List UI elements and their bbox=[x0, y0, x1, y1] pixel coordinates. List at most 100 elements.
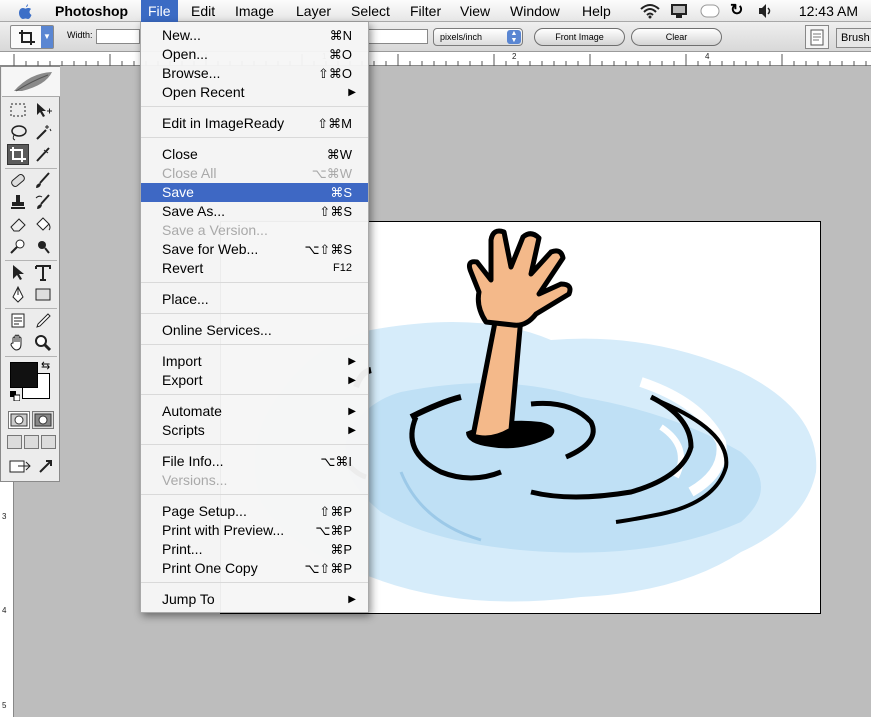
tool-preset-picker[interactable]: ▼ bbox=[10, 25, 54, 49]
menu-image[interactable]: Image bbox=[228, 0, 281, 22]
dodge-icon[interactable] bbox=[7, 236, 29, 257]
menu-item-jump-to[interactable]: Jump To ▶ bbox=[141, 590, 368, 609]
menu-item-revert[interactable]: Revert F12 bbox=[141, 259, 368, 278]
units-select[interactable]: pixels/inch ▲ ▼ bbox=[433, 28, 523, 46]
magic-wand-icon[interactable] bbox=[32, 122, 54, 143]
clear-button[interactable]: Clear bbox=[631, 28, 722, 46]
menu-file[interactable]: File bbox=[141, 0, 178, 22]
menu-item-open-recent[interactable]: Open Recent ▶ bbox=[141, 83, 368, 102]
sync-icon[interactable]: ↻ bbox=[730, 3, 743, 19]
submenu-arrow-icon: ▶ bbox=[348, 406, 356, 417]
menu-edit[interactable]: Edit bbox=[184, 0, 222, 22]
jump-to-imageready-arrow-icon[interactable] bbox=[35, 456, 57, 477]
clock[interactable]: 12:43 AM bbox=[799, 0, 858, 22]
apple-icon[interactable] bbox=[14, 2, 36, 20]
menu-item-scripts[interactable]: Scripts ▶ bbox=[141, 421, 368, 440]
units-value: pixels/inch bbox=[440, 32, 483, 42]
swap-colors-icon[interactable]: ⇆ bbox=[41, 359, 50, 372]
menu-layer[interactable]: Layer bbox=[289, 0, 338, 22]
standard-screen-mode-icon[interactable] bbox=[7, 435, 22, 449]
crop-tool-icon[interactable] bbox=[7, 144, 29, 165]
feather-logo-icon[interactable] bbox=[2, 67, 60, 97]
ruler-label: 3 bbox=[2, 512, 7, 521]
path-select-icon[interactable] bbox=[7, 262, 29, 283]
brush-icon[interactable] bbox=[32, 170, 54, 191]
menu-help[interactable]: Help bbox=[575, 0, 618, 22]
brushes-palette-tab[interactable]: Brush bbox=[836, 28, 871, 48]
menu-item-online-services[interactable]: Online Services... bbox=[141, 321, 368, 340]
menu-item-label: Edit in ImageReady bbox=[162, 115, 285, 131]
menu-item-print-with-preview[interactable]: Print with Preview... ⌥⌘P bbox=[141, 521, 368, 540]
foreground-color-swatch[interactable] bbox=[10, 362, 38, 388]
menu-item-label: Save for Web... bbox=[162, 241, 259, 257]
menu-shortcut: ⇧⌘P bbox=[319, 504, 352, 519]
display-icon[interactable] bbox=[669, 3, 689, 19]
slice-icon[interactable] bbox=[32, 144, 54, 165]
menu-item-place[interactable]: Place... bbox=[141, 290, 368, 309]
menu-item-label: Close bbox=[162, 146, 198, 162]
menu-item-save[interactable]: Save ⌘S bbox=[141, 183, 368, 202]
menu-item-label: Save As... bbox=[162, 203, 226, 219]
marquee-icon[interactable] bbox=[7, 100, 29, 121]
zoom-icon[interactable] bbox=[32, 332, 54, 353]
palette-well-icon[interactable] bbox=[805, 25, 829, 49]
menu-window[interactable]: Window bbox=[503, 0, 567, 22]
type-icon[interactable] bbox=[32, 262, 54, 283]
menu-item-print[interactable]: Print... ⌘P bbox=[141, 540, 368, 559]
clone-stamp-icon[interactable] bbox=[7, 192, 29, 213]
lasso-icon[interactable] bbox=[7, 122, 29, 143]
menu-shortcut: ⇧⌘S bbox=[319, 204, 352, 219]
front-image-button[interactable]: Front Image bbox=[534, 28, 625, 46]
default-colors-icon[interactable] bbox=[10, 391, 20, 401]
app-menu[interactable]: Photoshop bbox=[48, 0, 135, 22]
toolbox-divider bbox=[5, 356, 57, 357]
menu-separator bbox=[141, 106, 368, 107]
burn-icon[interactable] bbox=[32, 236, 54, 257]
ruler-label: 5 bbox=[2, 701, 7, 710]
menu-item-export[interactable]: Export ▶ bbox=[141, 371, 368, 390]
menu-item-page-setup[interactable]: Page Setup... ⇧⌘P bbox=[141, 502, 368, 521]
updown-arrows-icon: ▲ ▼ bbox=[507, 30, 521, 44]
menu-shortcut: ⌥⇧⌘P bbox=[304, 561, 352, 576]
menu-item-edit-in-imageready[interactable]: Edit in ImageReady ⇧⌘M bbox=[141, 114, 368, 133]
ruler-label: 2 bbox=[512, 52, 517, 61]
move-icon[interactable] bbox=[32, 100, 54, 121]
hand-icon[interactable] bbox=[7, 332, 29, 353]
eyedropper-icon[interactable] bbox=[32, 310, 54, 331]
standard-mode-icon[interactable] bbox=[8, 411, 30, 429]
menu-item-print-one-copy[interactable]: Print One Copy ⌥⇧⌘P bbox=[141, 559, 368, 578]
healing-brush-icon[interactable] bbox=[7, 170, 29, 191]
menu-item-new[interactable]: New... ⌘N bbox=[141, 26, 368, 45]
menu-item-save-as[interactable]: Save As... ⇧⌘S bbox=[141, 202, 368, 221]
full-screen-menu-mode-icon[interactable] bbox=[24, 435, 39, 449]
crop-icon bbox=[19, 30, 35, 45]
wifi-icon[interactable] bbox=[639, 3, 661, 19]
eraser-icon[interactable] bbox=[7, 214, 29, 235]
menu-bar: Photoshop File Edit Image Layer Select F… bbox=[0, 0, 871, 22]
menu-select[interactable]: Select bbox=[344, 0, 397, 22]
menu-item-label: Page Setup... bbox=[162, 503, 247, 519]
notes-icon[interactable] bbox=[7, 310, 29, 331]
full-screen-mode-icon[interactable] bbox=[41, 435, 56, 449]
width-label: Width: bbox=[67, 30, 93, 40]
menu-item-open[interactable]: Open... ⌘O bbox=[141, 45, 368, 64]
quick-mask-mode-icon[interactable] bbox=[32, 411, 54, 429]
menu-item-save-for-web[interactable]: Save for Web... ⌥⇧⌘S bbox=[141, 240, 368, 259]
menu-filter[interactable]: Filter bbox=[403, 0, 448, 22]
menu-separator bbox=[141, 494, 368, 495]
jump-to-imageready-icon[interactable] bbox=[7, 456, 33, 477]
toggle-icon[interactable] bbox=[700, 3, 720, 19]
history-brush-icon[interactable] bbox=[32, 192, 54, 213]
pen-icon[interactable] bbox=[7, 284, 29, 305]
menu-item-close[interactable]: Close ⌘W bbox=[141, 145, 368, 164]
menu-view[interactable]: View bbox=[453, 0, 497, 22]
menu-item-import[interactable]: Import ▶ bbox=[141, 352, 368, 371]
menu-item-automate[interactable]: Automate ▶ bbox=[141, 402, 368, 421]
shape-icon[interactable] bbox=[32, 284, 54, 305]
menu-item-browse[interactable]: Browse... ⇧⌘O bbox=[141, 64, 368, 83]
resolution-field[interactable] bbox=[368, 29, 428, 44]
volume-icon[interactable] bbox=[758, 3, 774, 19]
menu-item-file-info[interactable]: File Info... ⌥⌘I bbox=[141, 452, 368, 471]
paint-bucket-icon[interactable] bbox=[32, 214, 54, 235]
width-field[interactable] bbox=[96, 29, 140, 44]
